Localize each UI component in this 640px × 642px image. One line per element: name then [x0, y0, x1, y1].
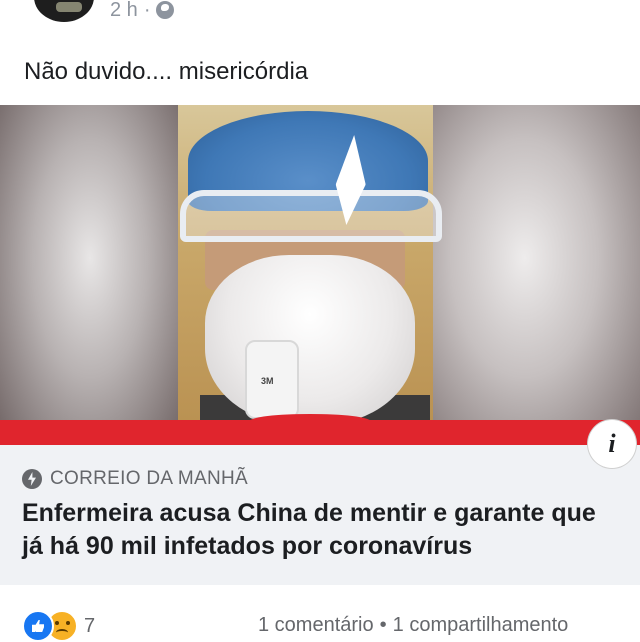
- reactions-summary[interactable]: 7: [22, 610, 95, 642]
- stats-separator: •: [379, 614, 387, 636]
- reaction-count: 7: [84, 614, 96, 637]
- info-icon[interactable]: i: [588, 420, 636, 468]
- post-footer: 7 1 comentário • 1 compartilhamento: [0, 600, 640, 642]
- meta-separator: ·: [143, 0, 151, 21]
- mask-brand: 3M: [261, 376, 274, 386]
- post-text: Não duvido.... misericórdia: [24, 58, 309, 85]
- link-preview-box[interactable]: CORREIO DA MANHÃ Enfermeira acusa China …: [0, 445, 640, 585]
- comments-count[interactable]: 1 comentário: [258, 614, 374, 636]
- face-shield: [180, 190, 442, 242]
- post-meta: 2 h ·: [110, 0, 175, 22]
- link-source-row: CORREIO DA MANHÃ: [22, 467, 248, 491]
- link-source: CORREIO DA MANHÃ: [50, 468, 248, 489]
- image-blur-right: [430, 105, 640, 445]
- face-mask: [205, 255, 415, 425]
- like-icon: [22, 610, 54, 642]
- avatar[interactable]: [34, 0, 94, 22]
- mask-valve: 3M: [245, 340, 299, 419]
- globe-icon[interactable]: [156, 1, 175, 19]
- image-red-band: [0, 414, 640, 445]
- image-blur-left: [0, 105, 180, 445]
- post-stats: 1 comentário • 1 compartilhamento: [258, 614, 568, 637]
- post-header: 2 h ·: [0, 0, 640, 30]
- bolt-icon: [22, 469, 42, 489]
- shares-count[interactable]: 1 compartilhamento: [393, 614, 569, 636]
- post-timestamp[interactable]: 2 h: [110, 0, 138, 22]
- link-headline[interactable]: Enfermeira acusa China de mentir e garan…: [22, 497, 622, 563]
- link-preview-image[interactable]: 3M: [0, 105, 640, 445]
